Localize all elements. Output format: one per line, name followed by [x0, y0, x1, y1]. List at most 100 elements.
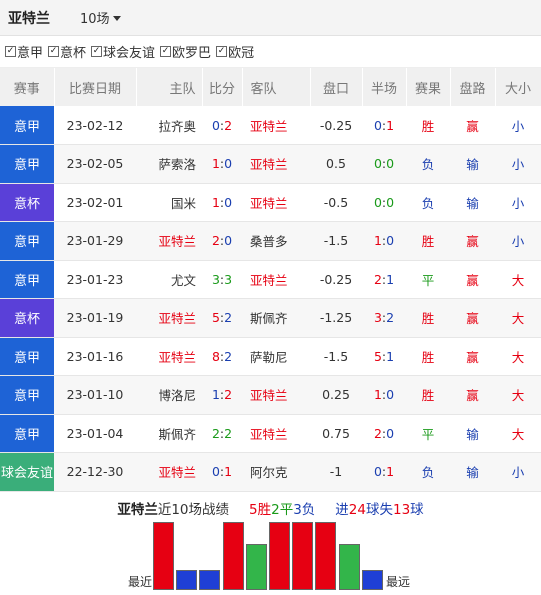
comp-badge[interactable]: 意甲	[0, 337, 54, 376]
handicap: -1.5	[310, 221, 362, 261]
summary-wins: 5胜	[249, 501, 272, 518]
half-home-goals: 5	[373, 348, 382, 364]
home-team[interactable]: 斯佩齐	[136, 414, 202, 453]
form-summary: 亚特兰近10场战绩 5胜2平3负 进24球失13球	[0, 498, 541, 518]
table-row[interactable]: 意甲 23-01-04 斯佩齐 2:2 亚特兰 0.75 2:0 平输大	[0, 414, 541, 453]
handicap: 0.75	[310, 414, 362, 453]
table-row[interactable]: 意杯 23-02-01 国米 1:0 亚特兰 -0.5 0:0 负输小	[0, 183, 541, 222]
table-row[interactable]: 意甲 23-02-12 拉齐奥 0:2 亚特兰 -0.25 0:1 胜赢小	[0, 106, 541, 145]
checkbox-icon[interactable]: ✓	[160, 46, 172, 57]
home-goals: 1	[211, 194, 220, 210]
home-team[interactable]: 国米	[136, 183, 202, 222]
summary-goals-mid: 球失	[365, 501, 393, 518]
home-team[interactable]: 亚特兰	[136, 221, 202, 261]
full-score: 0:1	[202, 452, 242, 492]
checkbox-icon[interactable]: ✓	[5, 46, 16, 57]
away-team[interactable]: 亚特兰	[242, 414, 310, 453]
filter-europa[interactable]: ✓ 欧罗巴	[160, 42, 211, 61]
away-team[interactable]: 亚特兰	[242, 375, 310, 415]
handicap: -0.25	[310, 106, 362, 145]
half-home-goals: 0	[373, 156, 382, 172]
checkbox-icon[interactable]: ✓	[48, 46, 60, 57]
match-result: 平	[406, 414, 450, 453]
full-score: 2:2	[202, 414, 242, 453]
filter-friendly[interactable]: ✓ 球会友谊	[91, 42, 155, 61]
handicap: -1.25	[310, 298, 362, 338]
away-team[interactable]: 亚特兰	[242, 144, 310, 184]
table-row[interactable]: 意杯 23-01-19 亚特兰 5:2 斯佩齐 -1.25 3:2 胜赢大	[0, 298, 541, 338]
table-row[interactable]: 意甲 23-01-23 尤文 3:3 亚特兰 -0.25 2:1 平赢大	[0, 260, 541, 299]
half-away-goals: 1	[386, 348, 395, 364]
away-team[interactable]: 斯佩齐	[242, 298, 310, 338]
comp-badge[interactable]: 意甲	[0, 375, 54, 415]
checkbox-icon[interactable]: ✓	[216, 46, 228, 57]
table-row[interactable]: 意甲 23-01-16 亚特兰 8:2 萨勒尼 -1.5 5:1 胜赢大	[0, 337, 541, 376]
comp-badge[interactable]: 意甲	[0, 106, 54, 145]
away-goals: 0	[224, 194, 233, 210]
table-row[interactable]: 球会友谊 22-12-30 亚特兰 0:1 阿尔克 -1 0:1 负输小	[0, 452, 541, 492]
home-team[interactable]: 尤文	[136, 260, 202, 299]
form-bar-win	[292, 521, 314, 590]
half-home-goals: 1	[373, 233, 382, 249]
handicap-result: 输	[450, 414, 495, 453]
home-team[interactable]: 亚特兰	[136, 337, 202, 376]
match-count-value: 10场	[80, 12, 110, 27]
away-team[interactable]: 阿尔克	[242, 452, 310, 492]
form-bar-win	[315, 521, 337, 590]
filter-coppa[interactable]: ✓ 意杯	[48, 42, 86, 61]
away-team[interactable]: 桑普多	[242, 221, 310, 261]
form-bar-lose	[176, 569, 198, 590]
match-result: 负	[406, 452, 450, 492]
comp-badge[interactable]: 意杯	[0, 183, 54, 222]
table-row[interactable]: 意甲 23-01-29 亚特兰 2:0 桑普多 -1.5 1:0 胜赢小	[0, 221, 541, 261]
home-team[interactable]: 博洛尼	[136, 375, 202, 415]
away-goals: 0	[224, 156, 233, 172]
home-team[interactable]: 亚特兰	[136, 452, 202, 492]
table-row[interactable]: 意甲 23-01-10 博洛尼 1:2 亚特兰 0.25 1:0 胜赢大	[0, 375, 541, 415]
match-date: 23-02-01	[54, 183, 136, 222]
full-score: 3:3	[202, 260, 242, 299]
match-result: 平	[406, 260, 450, 299]
match-date: 23-01-19	[54, 298, 136, 338]
overunder-result: 大	[495, 260, 541, 299]
competition-filters: ✓ 意甲 ✓ 意杯 ✓ 球会友谊 ✓ 欧罗巴 ✓ 欧冠	[0, 36, 541, 68]
half-away-goals: 1	[386, 271, 395, 287]
summary-team: 亚特兰	[117, 501, 158, 518]
comp-badge[interactable]: 球会友谊	[0, 452, 54, 492]
away-goals: 2	[224, 117, 233, 133]
match-count-select[interactable]: 10场	[80, 8, 121, 27]
form-chart: 最近 最远	[0, 518, 541, 592]
match-result: 胜	[406, 298, 450, 338]
comp-badge[interactable]: 意甲	[0, 221, 54, 261]
away-team[interactable]: 萨勒尼	[242, 337, 310, 376]
table-row[interactable]: 意甲 23-02-05 萨索洛 1:0 亚特兰 0.5 0:0 负输小	[0, 144, 541, 184]
home-goals: 8	[211, 348, 220, 364]
half-home-goals: 0	[373, 194, 382, 210]
overunder-result: 小	[495, 221, 541, 261]
home-team[interactable]: 拉齐奥	[136, 106, 202, 145]
match-result: 胜	[406, 337, 450, 376]
away-team[interactable]: 亚特兰	[242, 106, 310, 145]
form-bar-win	[269, 521, 290, 590]
summary-goals-prefix: 进	[335, 501, 349, 518]
summary-text: 近10场战绩	[157, 501, 230, 518]
half-away-goals: 0	[386, 233, 395, 249]
filter-label: 欧冠	[228, 46, 255, 61]
away-team[interactable]: 亚特兰	[242, 260, 310, 299]
half-away-goals: 2	[386, 310, 395, 326]
away-team[interactable]: 亚特兰	[242, 183, 310, 222]
filter-label: 意甲	[17, 46, 44, 61]
comp-badge[interactable]: 意甲	[0, 414, 54, 453]
half-score: 0:0	[362, 183, 406, 222]
home-team[interactable]: 亚特兰	[136, 298, 202, 338]
comp-badge[interactable]: 意杯	[0, 298, 54, 338]
half-score: 2:0	[362, 414, 406, 453]
filter-serie-a[interactable]: ✓ 意甲	[5, 42, 43, 61]
checkbox-icon[interactable]: ✓	[91, 46, 103, 57]
half-home-goals: 2	[373, 425, 382, 441]
filter-ucl[interactable]: ✓ 欧冠	[216, 42, 254, 61]
col-away: 客队	[242, 68, 311, 106]
comp-badge[interactable]: 意甲	[0, 144, 54, 184]
home-team[interactable]: 萨索洛	[136, 144, 202, 184]
comp-badge[interactable]: 意甲	[0, 260, 54, 299]
